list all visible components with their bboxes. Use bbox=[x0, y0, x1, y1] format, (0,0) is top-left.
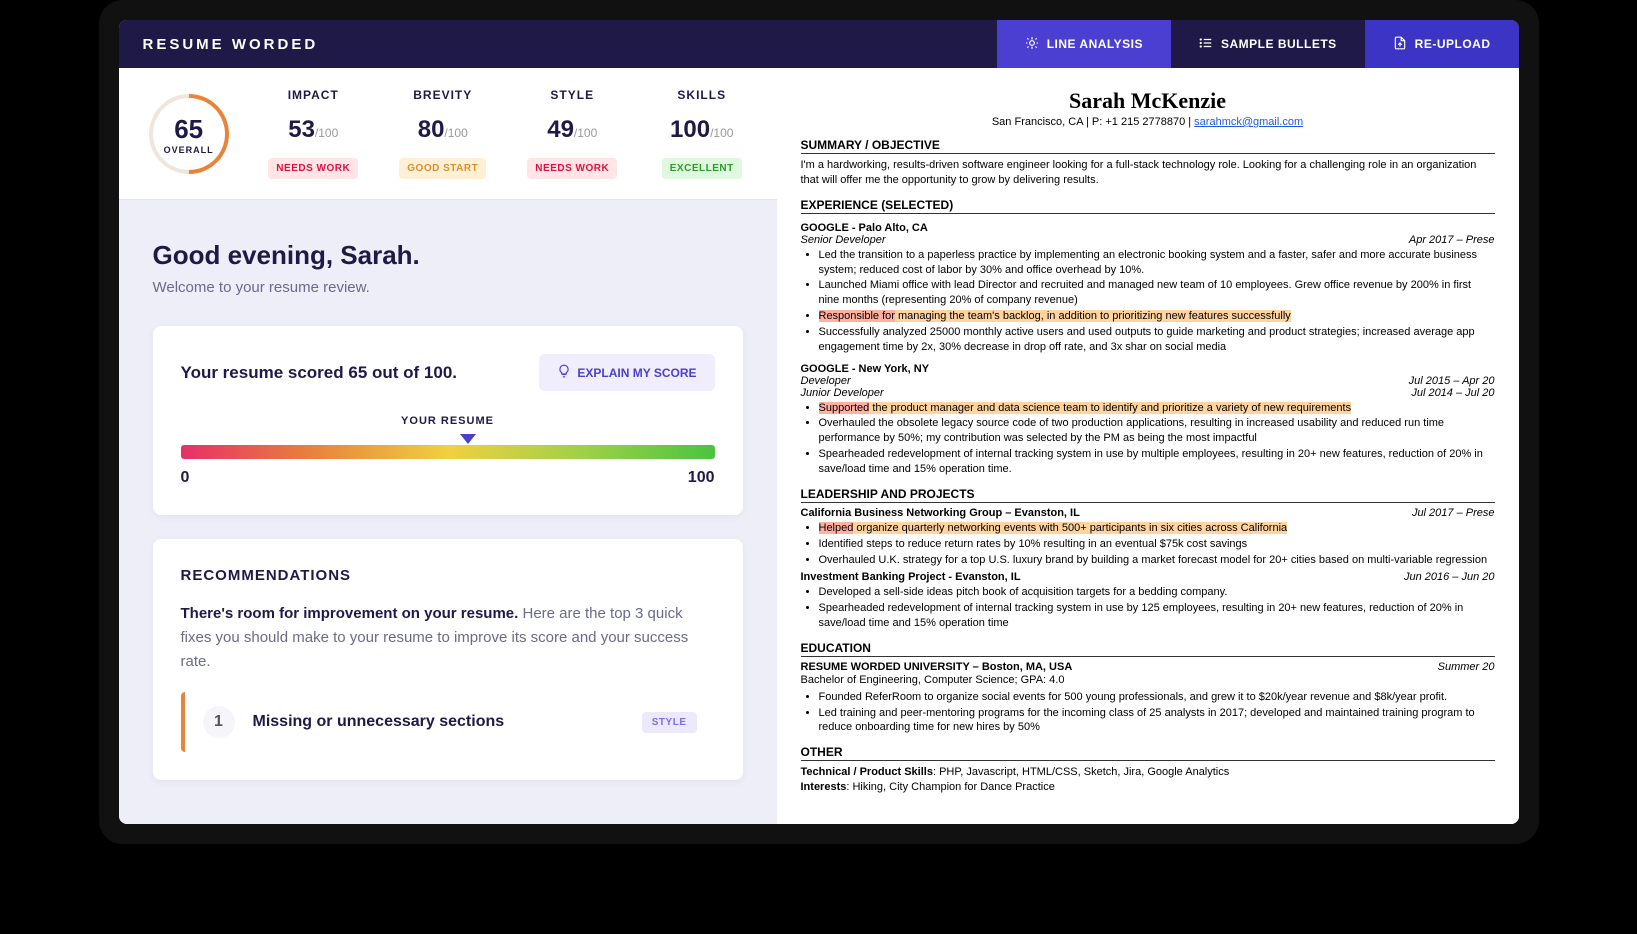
line-icon bbox=[1025, 36, 1039, 53]
main: 65 OVERALL IMPACT 53/100 NEEDS WORK BREV… bbox=[119, 68, 1519, 824]
highlighted-bullet[interactable]: Supported the product manager and data s… bbox=[819, 401, 1495, 416]
metric-skills[interactable]: SKILLS 100/100 EXCELLENT bbox=[637, 88, 767, 179]
section-summary: SUMMARY / OBJECTIVE bbox=[801, 138, 1495, 154]
status-badge: NEEDS WORK bbox=[268, 158, 358, 179]
metric-brevity[interactable]: BREVITY 80/100 GOOD START bbox=[378, 88, 508, 179]
nav-label: SAMPLE BULLETS bbox=[1221, 37, 1337, 51]
bullet-list: Developed a sell-side ideas pitch book o… bbox=[819, 585, 1495, 631]
greeting: Good evening, Sarah. bbox=[153, 240, 743, 271]
bullet-list: Led the transition to a paperless practi… bbox=[819, 248, 1495, 355]
content-area: Good evening, Sarah. Welcome to your res… bbox=[119, 200, 777, 824]
nav-line-analysis[interactable]: LINE ANALYSIS bbox=[997, 20, 1171, 68]
gauge-label: YOUR RESUME bbox=[181, 415, 715, 427]
resume-email-link[interactable]: sarahmck@gmail.com bbox=[1194, 116, 1303, 128]
gauge-labels: 0 100 bbox=[181, 469, 715, 487]
score-text: Your resume scored 65 out of 100. bbox=[181, 363, 458, 383]
explain-score-button[interactable]: EXPLAIN MY SCORE bbox=[539, 354, 714, 391]
status-badge: EXCELLENT bbox=[662, 158, 742, 179]
scorecard: 65 OVERALL IMPACT 53/100 NEEDS WORK BREV… bbox=[119, 68, 777, 200]
recommendations-card: RECOMMENDATIONS There's room for improve… bbox=[153, 539, 743, 780]
score-card: Your resume scored 65 out of 100. EXPLAI… bbox=[153, 326, 743, 515]
app-frame: RESUME WORDED LINE ANALYSIS SAMPLE BULLE… bbox=[119, 20, 1519, 824]
section-other: OTHER bbox=[801, 745, 1495, 761]
section-experience: EXPERIENCE (SELECTED) bbox=[801, 198, 1495, 214]
highlighted-bullet[interactable]: Responsible for managing the team's back… bbox=[819, 309, 1495, 324]
overall-number: 65 bbox=[163, 113, 213, 144]
recommendation-item[interactable]: 1 Missing or unnecessary sections STYLE bbox=[181, 692, 715, 752]
nav-label: RE-UPLOAD bbox=[1415, 37, 1491, 51]
bullet-list: Helped organize quarterly networking eve… bbox=[819, 521, 1495, 568]
overall-label: OVERALL bbox=[163, 144, 213, 154]
subgreeting: Welcome to your resume review. bbox=[153, 279, 743, 296]
section-education: EDUCATION bbox=[801, 641, 1495, 657]
status-badge: NEEDS WORK bbox=[527, 158, 617, 179]
gauge-pointer-icon bbox=[201, 431, 735, 449]
list-icon bbox=[1199, 36, 1213, 53]
section-leadership: LEADERSHIP AND PROJECTS bbox=[801, 487, 1495, 503]
score-ring: 65 OVERALL bbox=[132, 77, 245, 190]
rec-item-title: Missing or unnecessary sections bbox=[253, 713, 624, 731]
rec-number: 1 bbox=[203, 706, 235, 738]
nav-sample-bullets[interactable]: SAMPLE BULLETS bbox=[1171, 20, 1365, 68]
resume-preview: Sarah McKenzie San Francisco, CA | P: +1… bbox=[777, 68, 1519, 824]
upload-icon bbox=[1393, 36, 1407, 53]
recommendations-intro: There's room for improvement on your res… bbox=[181, 602, 715, 674]
bullet-list: Founded ReferRoom to organize social eve… bbox=[819, 690, 1495, 736]
bullet-list: Supported the product manager and data s… bbox=[819, 401, 1495, 477]
highlighted-bullet[interactable]: Helped organize quarterly networking eve… bbox=[819, 521, 1495, 536]
metric-impact[interactable]: IMPACT 53/100 NEEDS WORK bbox=[249, 88, 379, 179]
resume-contact: San Francisco, CA | P: +1 215 2778870 | … bbox=[801, 116, 1495, 128]
metric-style[interactable]: STYLE 49/100 NEEDS WORK bbox=[508, 88, 638, 179]
recommendations-title: RECOMMENDATIONS bbox=[181, 567, 715, 584]
rec-category-badge: STYLE bbox=[642, 712, 697, 733]
status-badge: GOOD START bbox=[399, 158, 486, 179]
topbar: RESUME WORDED LINE ANALYSIS SAMPLE BULLE… bbox=[119, 20, 1519, 68]
nav-reupload[interactable]: RE-UPLOAD bbox=[1365, 20, 1519, 68]
lightbulb-icon bbox=[557, 364, 571, 381]
nav-label: LINE ANALYSIS bbox=[1047, 37, 1143, 51]
overall-score: 65 OVERALL bbox=[129, 88, 249, 179]
logo: RESUME WORDED bbox=[119, 20, 343, 68]
resume-name: Sarah McKenzie bbox=[801, 88, 1495, 114]
topnav: LINE ANALYSIS SAMPLE BULLETS RE-UPLOAD bbox=[997, 20, 1519, 68]
left-panel: 65 OVERALL IMPACT 53/100 NEEDS WORK BREV… bbox=[119, 68, 777, 824]
